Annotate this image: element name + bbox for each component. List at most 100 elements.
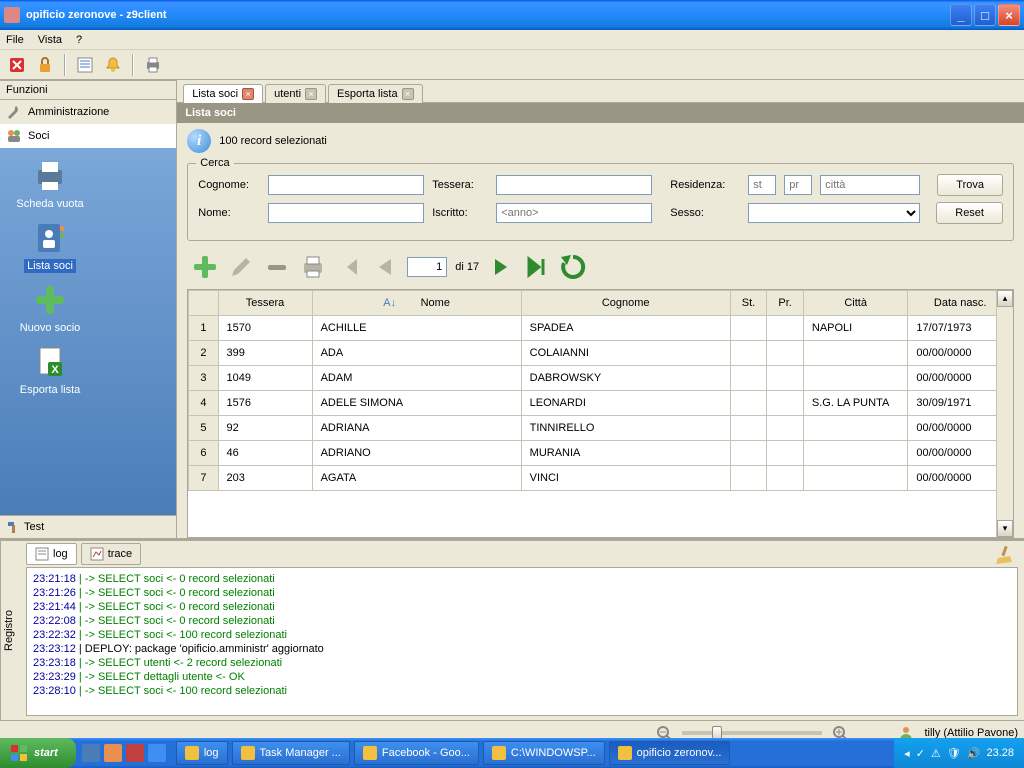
log-side-label: Registro xyxy=(0,541,20,720)
tray-icon[interactable]: ◂ xyxy=(904,747,910,760)
search-box: Cerca Cognome: Tessera: Residenza: Trova… xyxy=(187,163,1014,241)
iscritto-label: Iscritto: xyxy=(432,207,488,219)
ql-icon[interactable] xyxy=(104,744,122,762)
ql-icon[interactable] xyxy=(82,744,100,762)
start-button[interactable]: start xyxy=(0,738,76,768)
scrollbar[interactable]: ▴ ▾ xyxy=(996,290,1013,537)
system-tray: ◂ ✓ ⚠ 🛡 🔊 23.28 xyxy=(894,738,1024,768)
print-icon[interactable] xyxy=(142,54,164,76)
taskbar-item[interactable]: C:\WINDOWSP... xyxy=(483,741,605,765)
table-row[interactable]: 41576ADELE SIMONALEONARDIS.G. LA PUNTA30… xyxy=(189,391,1013,416)
tray-clock[interactable]: 23.28 xyxy=(986,747,1014,759)
nome-input[interactable] xyxy=(268,203,424,223)
minimize-button[interactable]: _ xyxy=(950,4,972,26)
taskbar-item[interactable]: Task Manager ... xyxy=(232,741,350,765)
bell-icon[interactable] xyxy=(102,54,124,76)
residenza-pr-input[interactable] xyxy=(784,175,812,195)
tab-lista-soci[interactable]: Lista soci× xyxy=(183,84,263,103)
col-nome[interactable]: A↓ Nome xyxy=(312,291,521,316)
search-legend: Cerca xyxy=(196,157,233,169)
icon-nuovo-socio[interactable]: Nuovo socio xyxy=(8,280,92,334)
tray-icon[interactable]: 🛡 xyxy=(947,747,961,760)
table-row[interactable]: 7203AGATAVINCI00/00/0000 xyxy=(189,466,1013,491)
table-row[interactable]: 646ADRIANOMURANIA00/00/0000 xyxy=(189,441,1013,466)
icon-lista-soci[interactable]: Lista soci xyxy=(8,218,92,272)
col-citta[interactable]: Città xyxy=(803,291,908,316)
list-icon[interactable] xyxy=(74,54,96,76)
zoom-slider[interactable] xyxy=(682,731,822,735)
tray-icon[interactable]: 🔊 xyxy=(967,747,981,760)
trova-button[interactable]: Trova xyxy=(937,174,1003,196)
remove-icon[interactable] xyxy=(263,253,291,281)
trace-icon xyxy=(90,547,104,561)
col-st[interactable]: St. xyxy=(730,291,767,316)
info-text: 100 record selezionati xyxy=(219,135,327,147)
taskbar-item[interactable]: opificio zeronov... xyxy=(609,741,731,765)
residenza-label: Residenza: xyxy=(670,179,740,191)
menu-file[interactable]: File xyxy=(6,34,24,46)
col-cognome[interactable]: Cognome xyxy=(521,291,730,316)
tab-close-icon[interactable]: × xyxy=(402,88,414,100)
window-title: opificio zeronove - z9client xyxy=(26,9,167,21)
residenza-citta-input[interactable] xyxy=(820,175,920,195)
tabstrip: Lista soci× utenti× Esporta lista× xyxy=(177,80,1024,102)
print-icon[interactable] xyxy=(299,253,327,281)
tab-close-icon[interactable]: × xyxy=(242,88,254,100)
menu-help[interactable]: ? xyxy=(76,34,82,46)
next-page-icon[interactable] xyxy=(487,253,515,281)
sesso-select[interactable] xyxy=(748,203,920,223)
add-icon[interactable] xyxy=(191,253,219,281)
taskbar-item[interactable]: Facebook - Goo... xyxy=(354,741,479,765)
ql-icon[interactable] xyxy=(148,744,166,762)
tab-close-icon[interactable]: × xyxy=(305,88,317,100)
cognome-input[interactable] xyxy=(268,175,424,195)
first-page-icon[interactable] xyxy=(335,253,363,281)
prev-page-icon[interactable] xyxy=(371,253,399,281)
sesso-label: Sesso: xyxy=(670,207,740,219)
residenza-st-input[interactable] xyxy=(748,175,776,195)
log-tab-trace[interactable]: trace xyxy=(81,543,141,565)
tray-icon[interactable]: ✓ xyxy=(916,747,925,760)
refresh-icon[interactable] xyxy=(559,253,587,281)
scroll-down-icon[interactable]: ▾ xyxy=(997,520,1013,537)
table-row[interactable]: 2399ADACOLAIANNI00/00/0000 xyxy=(189,341,1013,366)
tray-icon[interactable]: ⚠ xyxy=(931,747,941,760)
tab-utenti[interactable]: utenti× xyxy=(265,84,326,103)
taskbar-item[interactable]: log xyxy=(176,741,228,765)
reset-button[interactable]: Reset xyxy=(936,202,1003,224)
table-toolbar: di 17 xyxy=(177,245,1024,289)
log-tab-log[interactable]: log xyxy=(26,543,77,565)
menu-vista[interactable]: Vista xyxy=(38,34,62,46)
table-row[interactable]: 11570ACHILLESPADEANAPOLI17/07/1973 xyxy=(189,316,1013,341)
info-bar: i 100 record selezionati xyxy=(177,123,1024,159)
scroll-up-icon[interactable]: ▴ xyxy=(997,290,1013,307)
last-page-icon[interactable] xyxy=(523,253,551,281)
taskbar: start logTask Manager ...Facebook - Goo.… xyxy=(0,738,1024,768)
ql-icon[interactable] xyxy=(126,744,144,762)
log-output[interactable]: 23:21:18 | -> SELECT soci <- 0 record se… xyxy=(26,567,1018,716)
tessera-input[interactable] xyxy=(496,175,652,195)
delete-icon[interactable] xyxy=(6,54,28,76)
sidebar-item-soci[interactable]: Soci xyxy=(0,124,176,148)
col-pr[interactable]: Pr. xyxy=(767,291,804,316)
iscritto-input[interactable] xyxy=(496,203,652,223)
table-row[interactable]: 31049ADAMDABROWSKY00/00/0000 xyxy=(189,366,1013,391)
maximize-button[interactable]: □ xyxy=(974,4,996,26)
tab-esporta-lista[interactable]: Esporta lista× xyxy=(328,84,423,103)
table-row[interactable]: 592ADRIANATINNIRELLO00/00/0000 xyxy=(189,416,1013,441)
quick-launch xyxy=(76,744,172,762)
wrench-icon xyxy=(6,104,22,120)
col-tessera[interactable]: Tessera xyxy=(218,291,312,316)
icon-scheda-vuota[interactable]: Scheda vuota xyxy=(8,156,92,210)
close-button[interactable]: × xyxy=(998,4,1020,26)
lock-icon[interactable] xyxy=(34,54,56,76)
sidebar-footer[interactable]: Test xyxy=(0,515,176,538)
sidebar-heading: Funzioni xyxy=(0,80,176,100)
icon-esporta-lista[interactable]: X Esporta lista xyxy=(8,342,92,396)
windows-icon xyxy=(10,744,28,762)
data-grid: Tessera A↓ Nome Cognome St. Pr. Città Da… xyxy=(187,289,1014,538)
edit-icon[interactable] xyxy=(227,253,255,281)
page-input[interactable] xyxy=(407,257,447,277)
clear-log-icon[interactable] xyxy=(994,544,1014,564)
sidebar-item-amministrazione[interactable]: Amministrazione xyxy=(0,100,176,124)
